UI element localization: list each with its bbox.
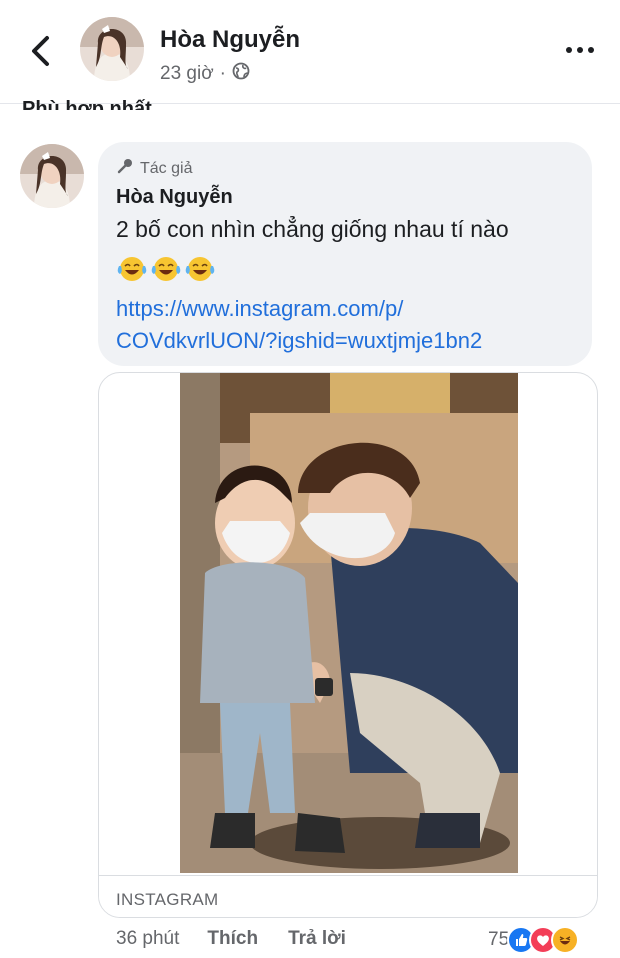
comment-author[interactable]: Hòa Nguyễn [116,186,233,209]
laughing-tears-emoji-icon [116,254,148,289]
microphone-icon [116,157,134,180]
instagram-link[interactable]: https://www.instagram.com/p/ COVdkvrlUON… [116,293,586,357]
laughing-tears-emoji-icon [150,254,182,289]
globe-icon [232,62,250,86]
laughing-tears-emoji-icon [184,254,216,289]
emoji-row [116,254,216,289]
author-badge: Tác giả [116,157,192,180]
post-meta: 23 giờ · [160,62,250,86]
link-preview-card[interactable]: INSTAGRAM [98,372,598,918]
preview-footer: INSTAGRAM [99,875,597,917]
comment-text: 2 bố con nhìn chẳng giống nhau tí nào [116,216,509,242]
link-line-2[interactable]: COVdkvrlUON/?igshid=wuxtjmje1bn2 [116,325,586,357]
reply-button[interactable]: Trả lời [288,928,346,950]
comment-actions: 36 phút Thích Trả lời [116,928,376,950]
post-header: Hòa Nguyễn 23 giờ · [0,0,620,104]
avatar[interactable] [80,17,144,81]
preview-photo[interactable] [180,373,518,873]
back-arrow-icon[interactable] [22,28,58,74]
link-line-1[interactable]: https://www.instagram.com/p/ [116,293,586,325]
haha-reaction-icon [551,926,580,954]
page-title[interactable]: Hòa Nguyễn [160,26,300,54]
reaction-summary[interactable]: 75 [488,926,580,954]
author-badge-label: Tác giả [140,159,193,177]
sort-label[interactable]: Phù hợp nhất [22,92,152,110]
meta-separator: · [219,63,226,84]
more-options-icon[interactable] [560,38,600,62]
comment-avatar[interactable] [20,144,84,208]
preview-source: INSTAGRAM [116,890,219,909]
like-button[interactable]: Thích [207,928,258,950]
comment-time: 36 phút [116,928,180,949]
post-time: 23 giờ [160,63,214,84]
reaction-count[interactable]: 75 [488,929,509,951]
